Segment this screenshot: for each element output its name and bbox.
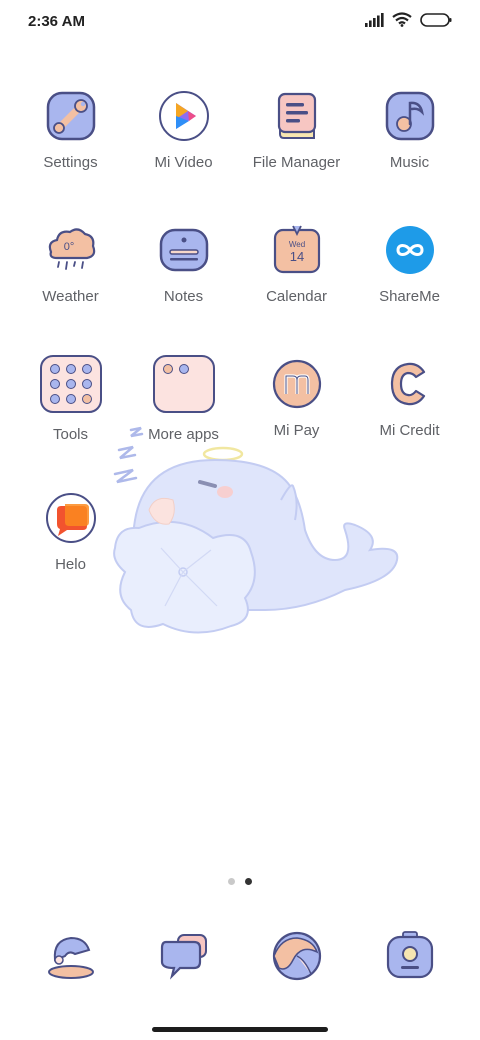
more-apps-folder-icon xyxy=(152,355,215,413)
app-label: Weather xyxy=(42,288,99,305)
app-label: Music xyxy=(389,154,430,171)
app-file-manager[interactable]: File Manager xyxy=(240,90,353,171)
app-mi-video[interactable]: Mi Video xyxy=(127,90,240,171)
signal-icon xyxy=(365,12,384,27)
battery-icon xyxy=(420,12,452,27)
app-label: Helo xyxy=(55,556,86,573)
app-label: Settings xyxy=(43,154,98,171)
camera-icon xyxy=(386,931,433,979)
dock xyxy=(14,930,466,986)
dock-messages[interactable] xyxy=(127,930,240,982)
status-icons xyxy=(364,12,452,27)
dock-browser[interactable] xyxy=(240,930,353,982)
app-helo[interactable]: Helo xyxy=(14,492,127,573)
folder-more-apps[interactable]: More apps xyxy=(127,355,240,443)
sleeping-whale-wallpaper xyxy=(113,426,399,634)
app-label: Calendar xyxy=(266,288,327,305)
app-music[interactable]: Music xyxy=(353,90,466,171)
browser-icon xyxy=(272,931,321,981)
app-calendar[interactable]: Wed 14 Calendar xyxy=(240,224,353,305)
app-label: Mi Credit xyxy=(379,422,440,439)
mi-pay-icon xyxy=(272,359,321,409)
mi-video-icon xyxy=(158,91,209,141)
folder-tools[interactable]: Tools xyxy=(14,355,127,443)
app-notes[interactable]: Notes xyxy=(127,224,240,305)
app-label: Mi Pay xyxy=(273,422,320,439)
wifi-icon xyxy=(392,12,412,27)
app-label: Mi Video xyxy=(154,154,213,171)
calendar-day: Wed xyxy=(288,240,304,249)
tools-folder-icon xyxy=(39,355,102,413)
page-dot-2-active[interactable] xyxy=(245,878,252,885)
music-icon xyxy=(385,91,434,141)
weather-temp: 0° xyxy=(63,241,74,253)
dock-phone[interactable] xyxy=(14,930,127,982)
file-manager-icon xyxy=(277,92,316,139)
app-settings[interactable]: Settings xyxy=(14,90,127,171)
messages-icon xyxy=(160,934,207,980)
app-label: Tools xyxy=(52,426,89,443)
mi-credit-icon xyxy=(390,362,425,406)
status-bar: 2:36 AM xyxy=(0,0,480,44)
status-time: 2:36 AM xyxy=(28,13,85,30)
home-indicator[interactable] xyxy=(152,1027,328,1032)
app-label: File Manager xyxy=(252,154,341,171)
settings-icon xyxy=(46,91,95,141)
calendar-date: 14 xyxy=(289,249,303,264)
app-label: ShareMe xyxy=(379,288,440,305)
page-indicator xyxy=(0,878,480,885)
dock-camera[interactable] xyxy=(353,930,466,982)
shareme-icon xyxy=(385,226,434,274)
calendar-icon: Wed 14 xyxy=(273,225,320,274)
phone-icon xyxy=(47,936,94,979)
page-dot-1[interactable] xyxy=(228,878,235,885)
app-shareme[interactable]: ShareMe xyxy=(353,224,466,305)
app-weather[interactable]: 0° Weather xyxy=(14,224,127,305)
app-label: More apps xyxy=(148,426,219,443)
notes-icon xyxy=(159,228,208,272)
app-label: Notes xyxy=(163,288,204,305)
helo-icon xyxy=(45,493,96,543)
app-mi-pay[interactable]: Mi Pay xyxy=(240,358,353,439)
weather-icon: 0° xyxy=(48,228,95,270)
app-mi-credit[interactable]: Mi Credit xyxy=(353,358,466,439)
